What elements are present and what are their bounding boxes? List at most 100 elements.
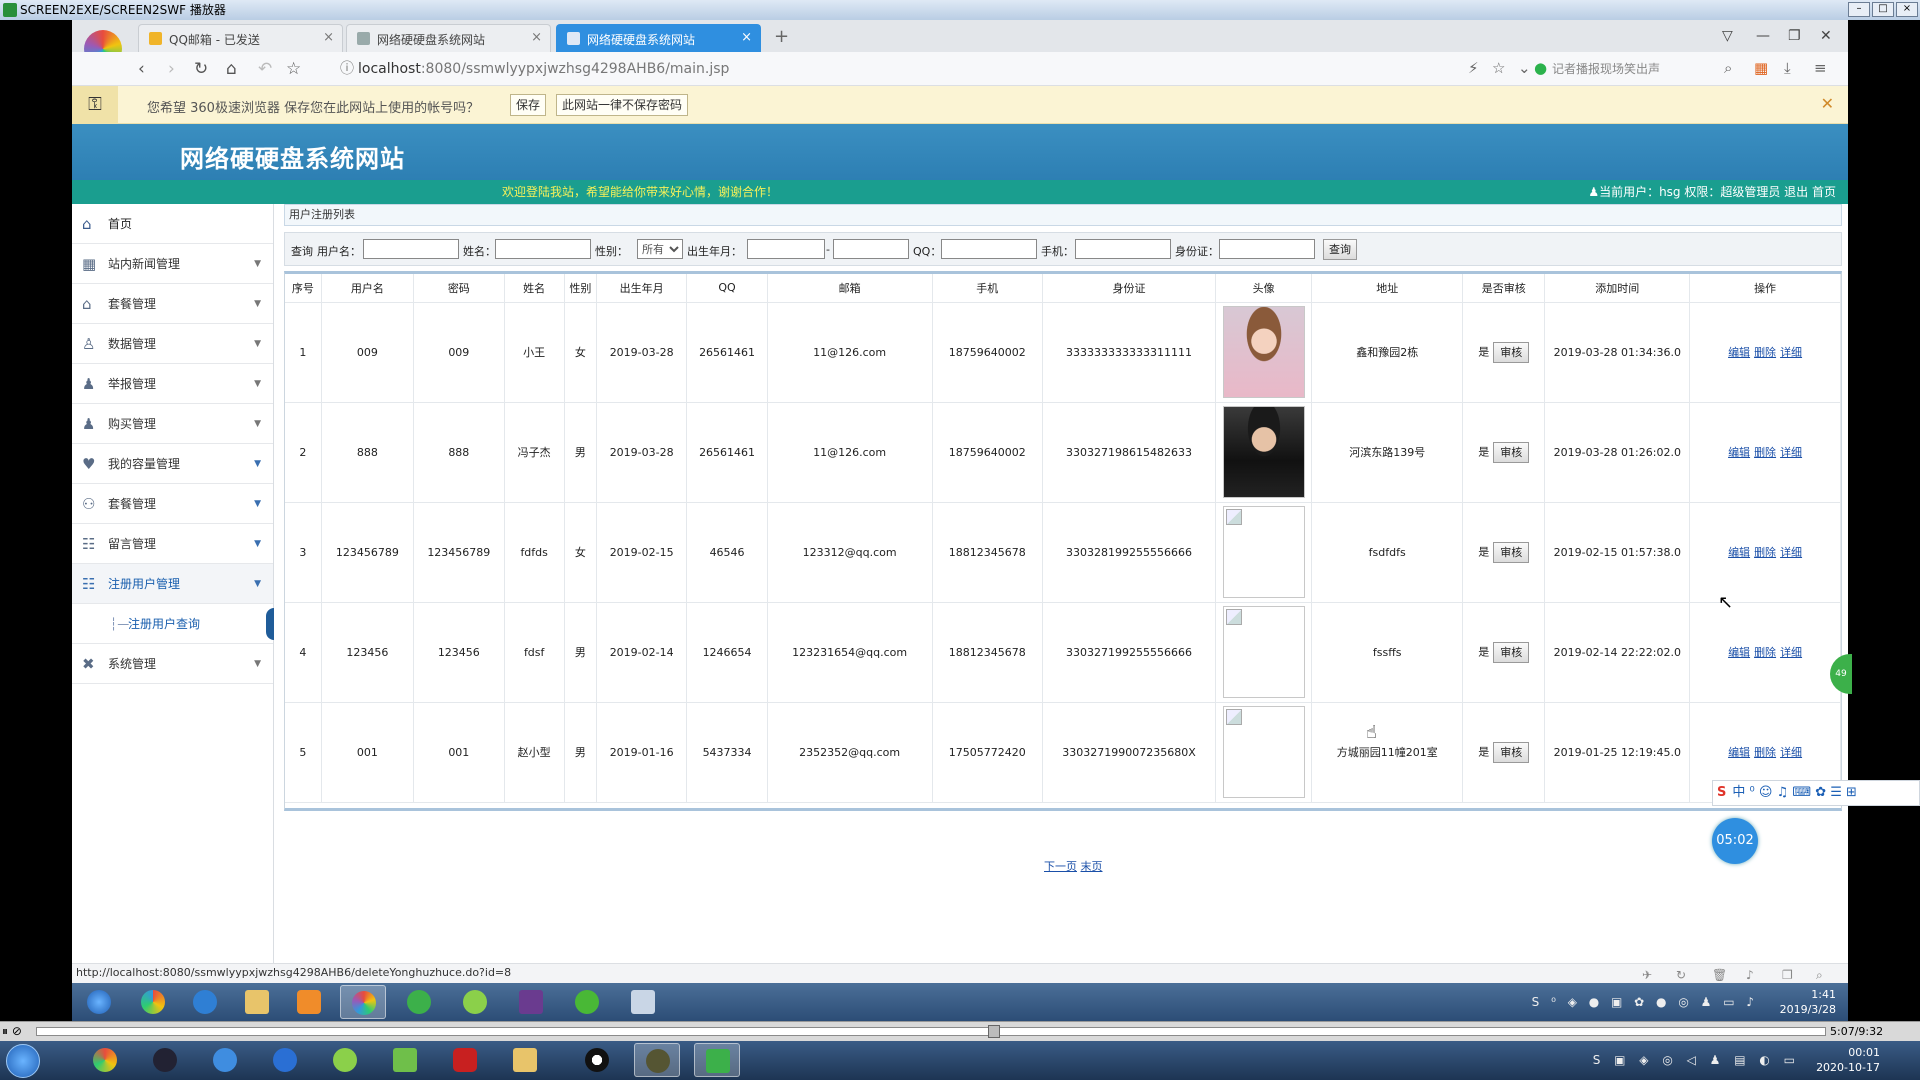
pause-icon[interactable]: ⏸ ⊘ — [2, 1024, 22, 1039]
menu-icon[interactable]: ≡ — [1814, 59, 1827, 77]
ime-toolbar[interactable]: S 中 ⁰ ☺ ♫ ⌨ ✿ ☰ ⊞ — [1712, 780, 1920, 806]
timer-bubble[interactable]: 05:02 — [1712, 818, 1758, 864]
sidebar-item-package[interactable]: ⌂ 套餐管理 ▼ — [72, 284, 273, 324]
taskbar-360-browser-button[interactable] — [340, 985, 386, 1019]
delete-link[interactable]: 删除 — [1754, 346, 1776, 359]
never-save-password-button[interactable]: 此网站一律不保存密码 — [556, 94, 689, 116]
sidebar-item-message[interactable]: ☷ 留言管理 ▼ — [72, 524, 273, 564]
taskbar-app-button[interactable] — [322, 1043, 368, 1077]
browser-close-button[interactable]: ✕ — [1820, 28, 1832, 44]
player-maximize-button[interactable]: □ — [1872, 2, 1894, 17]
taskbar-ie-button[interactable] — [182, 985, 228, 1019]
rocket-icon[interactable]: ✈ — [1642, 966, 1652, 983]
player-close-button[interactable]: × — [1896, 2, 1918, 17]
sidebar-item-system[interactable]: ✖ 系统管理 ▼ — [72, 644, 273, 684]
detail-link[interactable]: 详细 — [1780, 346, 1802, 359]
detail-link[interactable]: 详细 — [1780, 446, 1802, 459]
sidebar-item-registered-users[interactable]: ☷ 注册用户管理 ▼ — [72, 564, 273, 604]
browser-restore-button[interactable]: ❐ — [1788, 28, 1801, 44]
taskbar-app-button[interactable] — [396, 985, 442, 1019]
user-info[interactable]: ♟当前用户：hsg 权限：超级管理员 退出 首页 — [1588, 180, 1836, 204]
username-input[interactable] — [363, 239, 459, 259]
last-page-link[interactable]: 末页 — [1081, 860, 1103, 873]
tab-close-icon[interactable]: × — [741, 30, 752, 45]
tab-site-1[interactable]: 网络硬硬盘系统网站 × — [346, 24, 551, 52]
sidebar-item-news[interactable]: ▦ 站内新闻管理 ▼ — [72, 244, 273, 284]
idcard-input[interactable] — [1219, 239, 1315, 259]
taskbar-app-button[interactable] — [452, 985, 498, 1019]
start-button[interactable] — [76, 985, 122, 1019]
search-button[interactable]: 查询 — [1323, 239, 1357, 260]
bookmark-star-icon[interactable]: ☆ — [286, 59, 301, 79]
tab-qq-mail[interactable]: QQ邮箱 - 已发送 × — [138, 24, 343, 52]
volume-icon[interactable]: ♪ — [1746, 966, 1754, 983]
taskbar-app-button[interactable] — [382, 1043, 428, 1077]
browser-menu-icon[interactable]: ▽ — [1722, 28, 1733, 44]
taskbar-app-button[interactable] — [130, 985, 176, 1019]
audit-button[interactable]: 审核 — [1493, 441, 1530, 463]
taskbar-explorer-button[interactable] — [234, 985, 280, 1019]
home-nav-icon[interactable]: ⌂ — [226, 59, 237, 79]
trash-icon[interactable]: 🗑 — [1712, 966, 1727, 983]
gender-select[interactable]: 所有 — [637, 239, 683, 259]
taskbar-app-button[interactable] — [508, 985, 554, 1019]
window-icon[interactable]: ❐ — [1782, 966, 1793, 983]
delete-link[interactable]: 删除 — [1754, 546, 1776, 559]
taskbar-app-button[interactable] — [202, 1043, 248, 1077]
sidebar-item-capacity[interactable]: ♥ 我的容量管理 ▼ — [72, 444, 273, 484]
edit-link[interactable]: 编辑 — [1728, 646, 1750, 659]
apps-grid-icon[interactable]: ▦ — [1754, 59, 1768, 77]
inner-clock[interactable]: 1:41 2019/3/28 — [1780, 987, 1836, 1017]
birth-end-input[interactable] — [833, 239, 909, 259]
tab-close-icon[interactable]: × — [323, 30, 334, 45]
audit-button[interactable]: 审核 — [1493, 541, 1530, 563]
audit-button[interactable]: 审核 — [1493, 341, 1530, 363]
taskbar-app-button[interactable] — [620, 985, 666, 1019]
player-minimize-button[interactable]: – — [1848, 2, 1870, 17]
taskbar-app-button[interactable] — [634, 1043, 680, 1077]
seek-thumb[interactable] — [988, 1025, 1000, 1038]
sidebar-item-report[interactable]: ♟ 举报管理 ▼ — [72, 364, 273, 404]
system-tray-icons[interactable]: S ⁰ ◈ ● ▣ ✿ ● ◎ ♟ ▭ ♪ — [1532, 995, 1758, 1009]
sidebar-item-purchase[interactable]: ♟ 购买管理 ▼ — [72, 404, 273, 444]
back-icon[interactable]: ‹ — [138, 59, 145, 79]
tab-site-2-active[interactable]: 网络硬硬盘系统网站 × — [556, 24, 761, 52]
taskbar-player-button[interactable] — [694, 1043, 740, 1077]
taskbar-chrome-button[interactable] — [82, 1043, 128, 1077]
name-input[interactable] — [495, 239, 591, 259]
favorite-icon[interactable]: ☆ — [1492, 59, 1505, 77]
phone-input[interactable] — [1075, 239, 1171, 259]
zoom-icon[interactable]: ⌕ — [1816, 966, 1823, 983]
edit-link[interactable]: 编辑 — [1728, 746, 1750, 759]
download-icon[interactable]: ⤓ — [1784, 59, 1791, 77]
url-field[interactable]: ⓘ localhost:8080/ssmwlyypxjwzhsg4298AHB6/… — [340, 58, 729, 78]
delete-link[interactable]: 删除 — [1754, 646, 1776, 659]
sidebar-item-package-2[interactable]: ⚇ 套餐管理 ▼ — [72, 484, 273, 524]
audit-button[interactable]: 审核 — [1493, 741, 1530, 763]
birth-start-input[interactable] — [747, 239, 825, 259]
taskbar-app-button[interactable] — [142, 1043, 188, 1077]
edit-link[interactable]: 编辑 — [1728, 546, 1750, 559]
outer-system-tray-icons[interactable]: S ▣ ◈ ◎ ◁ ♟ ▤ ◐ ▭ — [1593, 1053, 1800, 1067]
edit-link[interactable]: 编辑 — [1728, 346, 1750, 359]
new-tab-button[interactable]: + — [774, 26, 789, 47]
search-hint[interactable]: 记者播报现场笑出声 — [1552, 60, 1660, 77]
reload-icon[interactable]: ↻ — [194, 59, 208, 79]
save-password-button[interactable]: 保存 — [510, 94, 547, 116]
taskbar-app-button[interactable] — [564, 985, 610, 1019]
taskbar-explorer-button[interactable] — [502, 1043, 548, 1077]
sidebar-subitem-user-query[interactable]: ┆— 注册用户查询 — [72, 604, 274, 644]
delete-link[interactable]: 删除 — [1754, 746, 1776, 759]
sidebar-item-home[interactable]: ⌂ 首页 — [72, 204, 273, 244]
outer-clock[interactable]: 00:01 2020-10-17 — [1816, 1045, 1880, 1075]
dropdown-chevron-icon[interactable]: ⌄ — [1518, 59, 1531, 77]
flash-icon[interactable]: ⚡ — [1468, 59, 1479, 77]
taskbar-qq-button[interactable] — [574, 1043, 620, 1077]
taskbar-flash-button[interactable] — [442, 1043, 488, 1077]
seek-track[interactable] — [36, 1027, 1826, 1036]
undo-icon[interactable]: ↶ — [258, 59, 272, 79]
search-icon[interactable]: ⌕ — [1724, 59, 1732, 77]
edit-link[interactable]: 编辑 — [1728, 446, 1750, 459]
user-info-text[interactable]: 当前用户：hsg 权限：超级管理员 退出 首页 — [1599, 185, 1836, 199]
next-page-link[interactable]: 下一页 — [1044, 860, 1077, 873]
